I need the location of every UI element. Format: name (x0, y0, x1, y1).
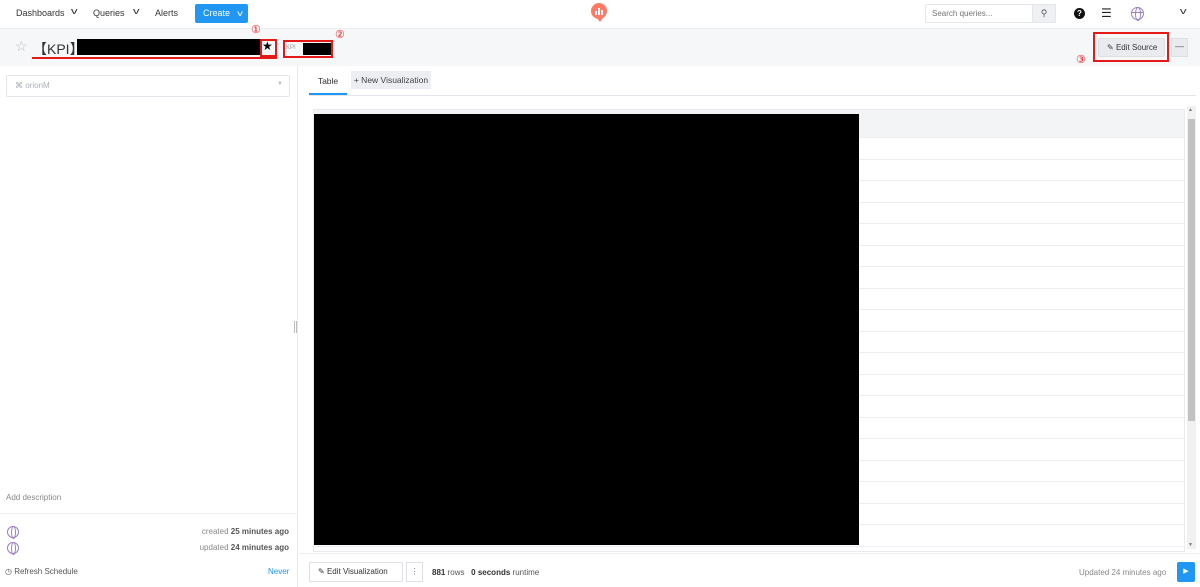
table-redacted (314, 114, 859, 545)
nav-dashboards[interactable]: Dashboards (16, 8, 65, 18)
more-options-button[interactable]: — (1171, 38, 1188, 57)
tag-label[interactable]: KPI (286, 45, 296, 51)
divider (0, 513, 298, 514)
query-title-bar: ☆ 【KPI】 ★ ① KPI ② (0, 24, 1200, 66)
updated-timestamp: Updated 24 minutes ago (1079, 568, 1167, 577)
updated-meta: updated 24 minutes ago (199, 543, 289, 552)
scroll-up-icon[interactable]: ▲ (1188, 107, 1193, 113)
chevron-down-icon[interactable]: v (1180, 6, 1187, 16)
caret-down-icon: ▼ (277, 81, 283, 87)
results-footer: ✎ Edit Visualization ⋮ 881 rows 0 second… (299, 553, 1200, 587)
chevron-down-icon[interactable]: v (71, 6, 78, 16)
redash-logo-icon[interactable] (591, 3, 607, 22)
avatar-globe-icon (7, 526, 19, 539)
avatar-globe-icon (7, 542, 19, 555)
execute-play-icon[interactable]: ▶ (1177, 562, 1195, 582)
created-meta: created 25 minutes ago (201, 527, 289, 536)
query-title-redacted (77, 39, 262, 55)
results-table[interactable] (313, 109, 1185, 552)
chevron-down-icon[interactable]: v (133, 6, 140, 16)
search-input[interactable] (925, 4, 1033, 23)
favorite-star-icon[interactable]: ☆ (15, 38, 28, 55)
annotation-1: ① (251, 24, 261, 36)
tabs-divider (309, 95, 1196, 96)
add-description[interactable]: Add description (6, 493, 61, 502)
database-icon: ⌘ (15, 81, 23, 90)
edit-icon: ✎ (1107, 43, 1114, 52)
nav-queries[interactable]: Queries (93, 8, 125, 18)
search-icon[interactable]: ⚲ (1032, 4, 1056, 23)
table-row (314, 545, 1184, 547)
refresh-schedule-value[interactable]: Never (268, 567, 289, 576)
refresh-schedule-label: ◷ Refresh Schedule (5, 567, 78, 576)
visualization-more-button[interactable]: ⋮ (406, 562, 423, 582)
scrollbar-thumb[interactable] (1188, 119, 1195, 421)
edit-visualization-button[interactable]: ✎ Edit Visualization (309, 562, 403, 582)
help-icon[interactable]: ? (1074, 8, 1085, 19)
create-label: Create (203, 8, 231, 18)
tab-table[interactable]: Table (309, 70, 347, 95)
chevron-down-icon: v (237, 9, 243, 18)
nav-alerts[interactable]: Alerts (155, 8, 178, 18)
annotation-2: ② (335, 29, 345, 41)
resize-handle[interactable] (294, 321, 297, 333)
create-button[interactable]: Create v (195, 4, 248, 23)
left-sidebar: ⌘ orionM ▼ Add description created 25 mi… (0, 66, 298, 587)
edit-visualization-label: Edit Visualization (326, 567, 388, 576)
user-avatar-globe-icon[interactable] (1131, 7, 1144, 21)
annotation-underline (32, 57, 277, 59)
annotation-box-1 (260, 39, 277, 57)
edit-icon: ✎ (318, 567, 325, 576)
results-pane: Table + New Visualization ▲ ▼ ✎ Edit Vis… (299, 66, 1200, 587)
tag-redacted (303, 43, 331, 55)
edit-source-label: Edit Source (1115, 43, 1158, 52)
rows-runtime-info: 881 rows 0 seconds runtime (432, 568, 540, 577)
edit-source-button[interactable]: ✎ Edit Source (1098, 38, 1165, 57)
top-navbar: Dashboards v Queries v Alerts Create v ⚲… (0, 0, 1200, 29)
scroll-down-icon[interactable]: ▼ (1188, 542, 1193, 548)
query-title-prefix[interactable]: 【KPI】 (33, 39, 84, 59)
settings-sliders-icon[interactable]: ☰ (1101, 6, 1112, 20)
annotation-3: ③ (1076, 54, 1086, 66)
clock-icon: ◷ (5, 567, 12, 576)
datasource-value: orionM (25, 81, 50, 90)
datasource-select[interactable]: ⌘ orionM ▼ (6, 75, 290, 97)
tab-new-visualization[interactable]: + New Visualization (351, 71, 431, 89)
